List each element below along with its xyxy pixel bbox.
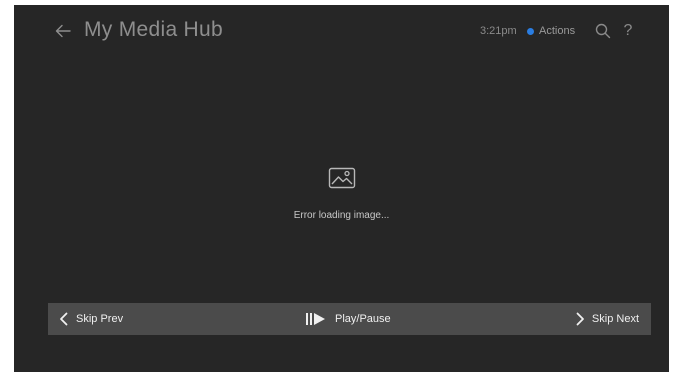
search-icon (595, 23, 611, 39)
clock-time: 3:21pm (480, 25, 517, 37)
play-pause-button[interactable]: Play/Pause (305, 303, 391, 335)
image-error-area: Error loading image... (14, 165, 669, 235)
arrow-left-icon (55, 24, 71, 38)
actions-label: Actions (539, 25, 576, 37)
broken-image-icon (328, 167, 355, 189)
chevron-left-icon (60, 312, 68, 326)
play-pause-label: Play/Pause (335, 313, 391, 325)
question-icon: ? (623, 22, 633, 39)
error-message: Error loading image... (293, 210, 390, 221)
skip-next-button[interactable]: Skip Next (574, 303, 639, 335)
media-hub-screen: My Media Hub 3:21pm Actions ? Error load… (14, 5, 669, 372)
back-button[interactable] (52, 21, 74, 41)
actions-dot-icon (527, 27, 534, 35)
help-button[interactable]: ? (621, 21, 635, 41)
page-title: My Media Hub (84, 18, 223, 41)
skip-prev-label: Skip Prev (76, 313, 124, 325)
search-button[interactable] (594, 22, 612, 40)
skip-prev-button[interactable]: Skip Prev (58, 303, 123, 335)
play-pause-icon (306, 313, 325, 325)
skip-next-label: Skip Next (591, 313, 639, 325)
header-bar: My Media Hub 3:21pm Actions ? (14, 5, 669, 57)
playback-control-bar: Skip Prev Play/Pause Skip Next (48, 303, 651, 335)
actions-button[interactable]: Actions (527, 23, 575, 39)
chevron-right-icon (576, 312, 584, 326)
